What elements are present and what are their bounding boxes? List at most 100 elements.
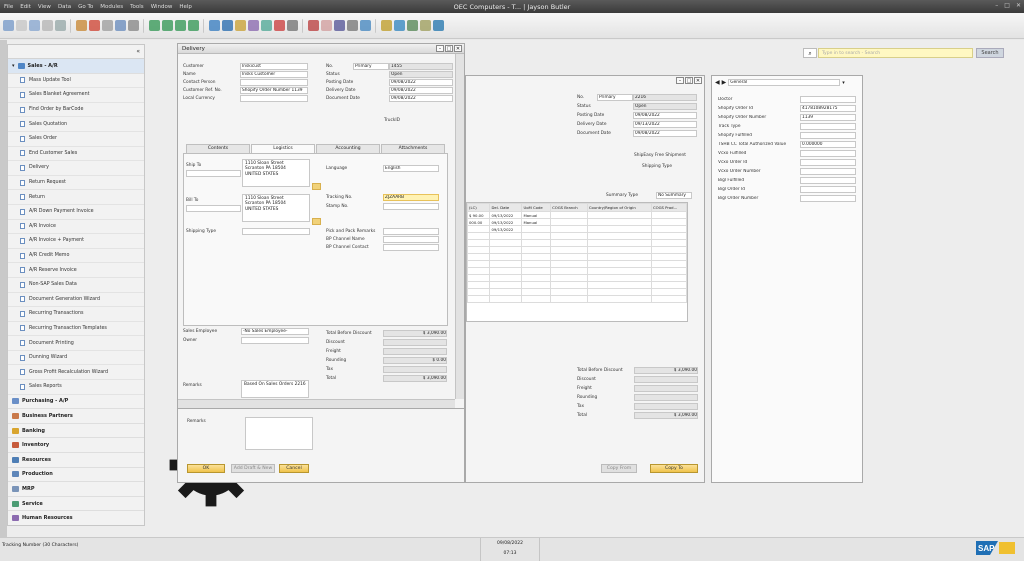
grid-cell[interactable] — [466, 295, 491, 303]
grid-cell[interactable] — [466, 260, 491, 268]
grid-cell[interactable] — [489, 246, 523, 254]
grid-cell[interactable] — [650, 218, 688, 226]
grid-cell[interactable] — [586, 232, 652, 240]
grid-header[interactable]: (LC) — [466, 203, 491, 212]
copy-from-button[interactable]: Copy From — [601, 464, 637, 473]
grid-cell[interactable]: 09/13/2022 — [489, 218, 523, 226]
grid-cell[interactable] — [466, 232, 491, 240]
sidebar-item[interactable]: Return Request — [8, 176, 144, 191]
delete-icon[interactable] — [274, 20, 285, 31]
field-value[interactable]: 09/13/2022 — [633, 121, 697, 128]
table-row[interactable] — [466, 267, 688, 275]
table-row[interactable] — [466, 246, 688, 254]
export-icon[interactable] — [42, 20, 53, 31]
tab-accounting[interactable]: Accounting — [316, 144, 380, 153]
field-value[interactable] — [383, 236, 439, 243]
minimize-icon[interactable]: – — [676, 77, 684, 84]
cancel-button[interactable]: Cancel — [279, 464, 309, 473]
filter-icon[interactable] — [235, 20, 246, 31]
tab-attachments[interactable]: Attachments — [381, 144, 445, 153]
grid-cell[interactable]: Manual — [521, 218, 552, 226]
new-icon[interactable] — [76, 20, 87, 31]
sales-employee-select[interactable]: -No Sales Employee- — [241, 328, 309, 335]
remarks-textarea[interactable]: Based On Sales Orders 2216 — [241, 380, 309, 398]
info-icon[interactable] — [394, 20, 405, 31]
calculator-icon[interactable] — [381, 20, 392, 31]
search-input[interactable]: Type in to search - Search — [818, 48, 973, 58]
module-service[interactable]: Service — [8, 497, 144, 512]
sidebar-item[interactable]: Sales Reports — [8, 380, 144, 395]
report-icon[interactable] — [308, 20, 319, 31]
field-value[interactable] — [800, 167, 856, 175]
sidebar-item[interactable]: Non-SAP Sales Data — [8, 278, 144, 293]
add-draft-new-button[interactable]: Add Draft & New — [231, 464, 275, 473]
query-icon[interactable] — [287, 20, 298, 31]
table-row[interactable] — [466, 295, 688, 303]
field-value[interactable]: 4178108928175 — [800, 104, 856, 112]
grid-cell[interactable] — [586, 218, 652, 226]
settings-icon[interactable] — [321, 20, 332, 31]
grid-cell[interactable] — [466, 288, 491, 296]
menu-item-modules[interactable]: Modules — [100, 4, 123, 10]
note-icon[interactable] — [420, 20, 431, 31]
module-mrp[interactable]: MRP — [8, 482, 144, 497]
grid-cell[interactable] — [550, 246, 588, 254]
module-production[interactable]: Production — [8, 468, 144, 483]
ship-to-edit-button[interactable] — [312, 183, 321, 190]
module-banking[interactable]: Banking — [8, 424, 144, 439]
ship-to-select[interactable] — [186, 170, 241, 177]
grid-header[interactable]: Country/Region of Origin — [586, 203, 652, 212]
edit-icon[interactable] — [162, 20, 173, 31]
field-value[interactable] — [800, 149, 856, 157]
module-sales-ar[interactable]: ▾ Sales - A/R — [8, 59, 144, 74]
grid-cell[interactable] — [650, 253, 688, 261]
field-value[interactable] — [800, 185, 856, 193]
grid-cell[interactable] — [521, 295, 552, 303]
sidebar-item[interactable]: A/R Invoice — [8, 220, 144, 235]
grid-cell[interactable] — [489, 274, 523, 282]
collapse-sidebar-icon[interactable]: « — [136, 48, 140, 55]
grid-cell[interactable]: Manual — [521, 211, 552, 219]
grid-cell[interactable] — [489, 267, 523, 275]
table-row[interactable] — [466, 274, 688, 282]
grid-cell[interactable] — [586, 253, 652, 261]
sort-icon[interactable] — [248, 20, 259, 31]
field-value[interactable]: 1139 — [800, 113, 856, 121]
table-row[interactable] — [466, 232, 688, 240]
grid-cell[interactable] — [550, 225, 588, 233]
grid-cell[interactable] — [489, 281, 523, 289]
field-value[interactable] — [383, 228, 439, 235]
go-icon[interactable] — [175, 20, 186, 31]
field-value[interactable]: 0.000000 — [800, 140, 856, 148]
grid-cell[interactable] — [550, 281, 588, 289]
grid-cell[interactable] — [586, 246, 652, 254]
grid-cell[interactable] — [650, 246, 688, 254]
series-select[interactable]: Primary — [597, 94, 633, 101]
grid-cell[interactable] — [521, 260, 552, 268]
close-icon[interactable]: ✕ — [454, 45, 462, 52]
field-value[interactable] — [383, 244, 439, 251]
sidebar-item[interactable]: Recurring Transaction Templates — [8, 322, 144, 337]
first-icon[interactable] — [102, 20, 113, 31]
grid-cell[interactable] — [586, 267, 652, 275]
table-row[interactable]: $ 90.00 09/13/2022 Manual — [466, 211, 688, 219]
field-value[interactable] — [800, 194, 856, 202]
back-arrow-icon[interactable]: ◀ — [715, 79, 720, 86]
grid-cell[interactable] — [466, 246, 491, 254]
grid-cell[interactable] — [586, 274, 652, 282]
grid-cell[interactable] — [466, 253, 491, 261]
grid-cell[interactable] — [586, 211, 652, 219]
grid-cell[interactable] — [466, 225, 491, 233]
messages-icon[interactable] — [347, 20, 358, 31]
grid-cell[interactable] — [550, 274, 588, 282]
sidebar-item[interactable]: Document Generation Wizard — [8, 293, 144, 308]
grid-cell[interactable] — [466, 274, 491, 282]
maximize-icon[interactable]: □ — [445, 45, 453, 52]
sidebar-item[interactable]: Sales Order — [8, 132, 144, 147]
help-icon[interactable] — [360, 20, 371, 31]
field-value[interactable]: Shopify Order Number 1139 — [240, 87, 308, 94]
grid-cell[interactable] — [586, 260, 652, 268]
grid-header[interactable]: COGS Branch — [550, 203, 588, 212]
horizontal-scrollbar[interactable] — [178, 399, 455, 408]
tab-logistics[interactable]: Logistics — [251, 144, 315, 153]
